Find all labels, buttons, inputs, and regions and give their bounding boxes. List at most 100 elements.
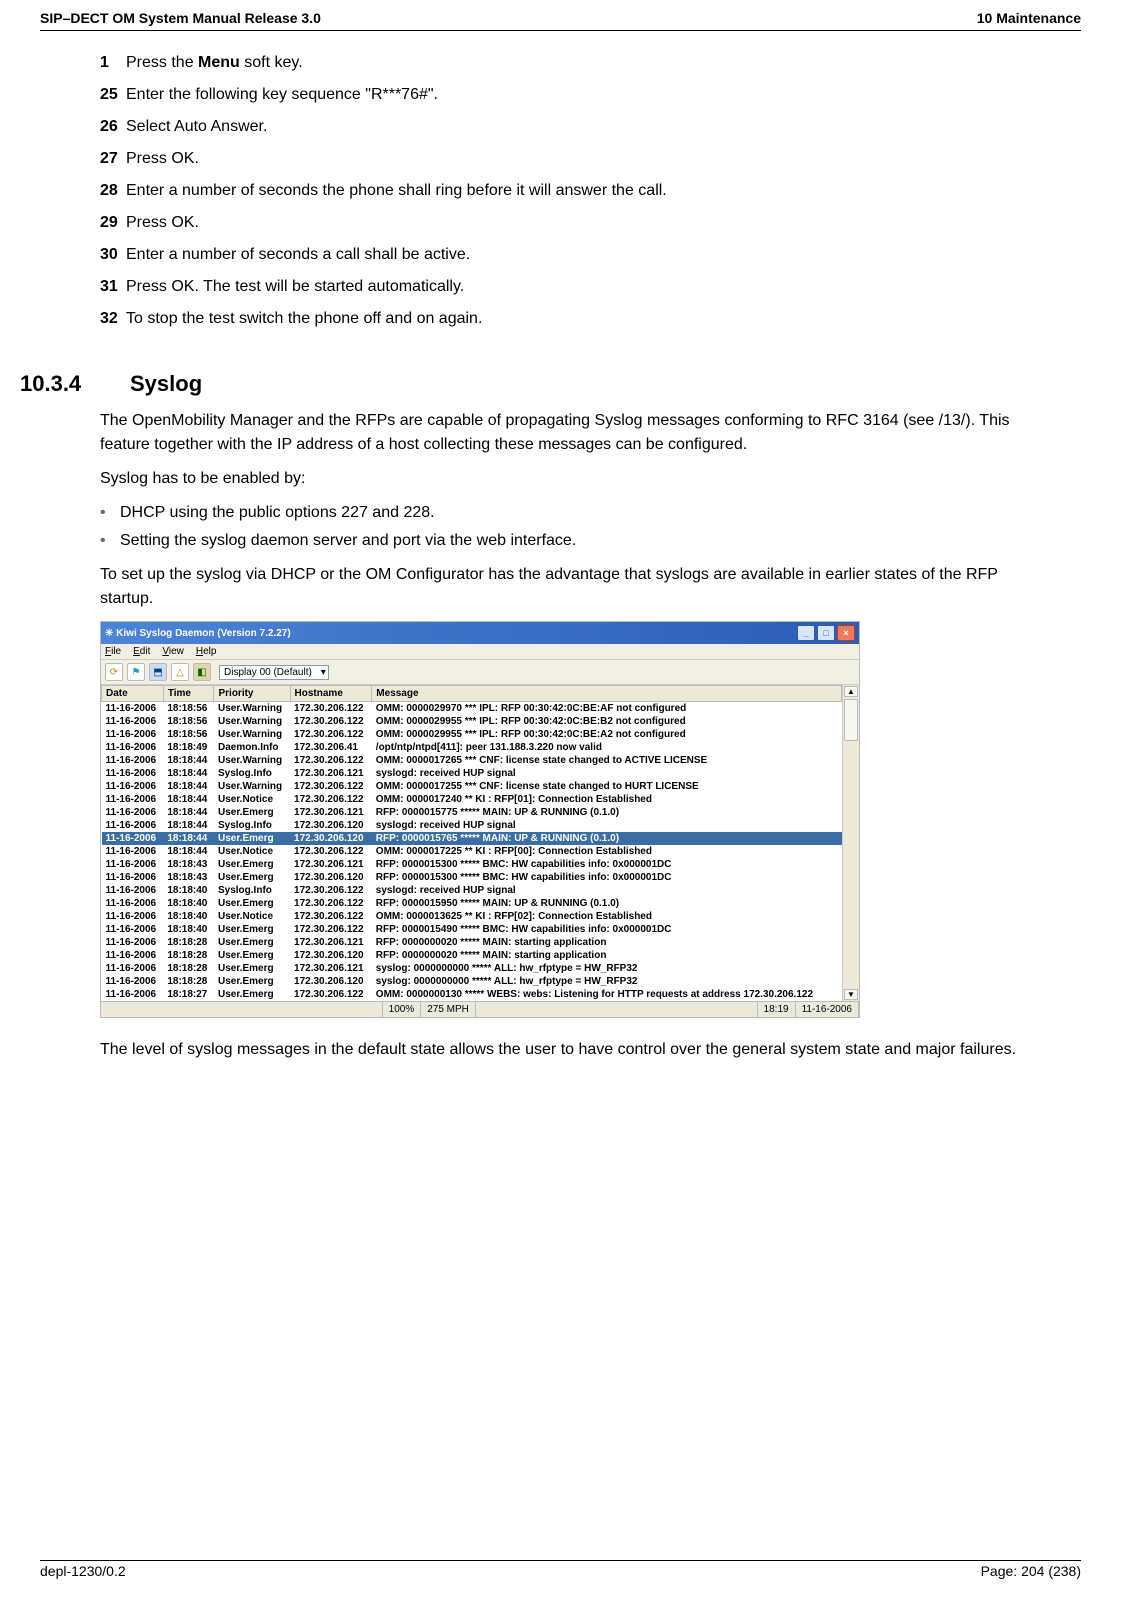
table-row[interactable]: 11-16-200618:18:44Syslog.Info172.30.206.… bbox=[102, 767, 842, 780]
menu-edit[interactable]: Edit bbox=[133, 646, 150, 657]
section-number: 10.3.4 bbox=[20, 371, 100, 397]
cell: 11-16-2006 bbox=[102, 897, 164, 910]
table-row[interactable]: 11-16-200618:18:56User.Warning172.30.206… bbox=[102, 715, 842, 728]
step-text: To stop the test switch the phone off an… bbox=[126, 307, 1041, 331]
cell: 172.30.206.122 bbox=[290, 988, 372, 1001]
col-hostname[interactable]: Hostname bbox=[290, 686, 372, 702]
cell: 18:18:28 bbox=[163, 975, 214, 988]
cell: User.Emerg bbox=[214, 936, 290, 949]
step-text: Enter a number of seconds the phone shal… bbox=[126, 179, 1041, 203]
close-button[interactable]: × bbox=[837, 625, 855, 641]
table-row[interactable]: 11-16-200618:18:40User.Emerg172.30.206.1… bbox=[102, 897, 842, 910]
window-title: Kiwi Syslog Daemon (Version 7.2.27) bbox=[116, 628, 291, 639]
tool-icon-1[interactable]: ⟳ bbox=[105, 663, 123, 681]
table-row[interactable]: 11-16-200618:18:44User.Emerg172.30.206.1… bbox=[102, 832, 842, 845]
step-text: Press OK. bbox=[126, 211, 1041, 235]
table-row[interactable]: 11-16-200618:18:56User.Warning172.30.206… bbox=[102, 702, 842, 716]
cell: 11-16-2006 bbox=[102, 793, 164, 806]
table-row[interactable]: 11-16-200618:18:40Syslog.Info172.30.206.… bbox=[102, 884, 842, 897]
col-priority[interactable]: Priority bbox=[214, 686, 290, 702]
menu-file[interactable]: File bbox=[105, 646, 121, 657]
col-time[interactable]: Time bbox=[163, 686, 214, 702]
syslog-table: DateTimePriorityHostnameMessage 11-16-20… bbox=[101, 685, 842, 1001]
table-row[interactable]: 11-16-200618:18:43User.Emerg172.30.206.1… bbox=[102, 871, 842, 884]
cell: 18:18:44 bbox=[163, 832, 214, 845]
tool-icon-5[interactable]: ◧ bbox=[193, 663, 211, 681]
cell: 18:18:27 bbox=[163, 988, 214, 1001]
cell: 11-16-2006 bbox=[102, 884, 164, 897]
cell: 172.30.206.41 bbox=[290, 741, 372, 754]
cell: 172.30.206.122 bbox=[290, 715, 372, 728]
minimize-button[interactable]: _ bbox=[797, 625, 815, 641]
table-row[interactable]: 11-16-200618:18:43User.Emerg172.30.206.1… bbox=[102, 858, 842, 871]
table-row[interactable]: 11-16-200618:18:44Syslog.Info172.30.206.… bbox=[102, 819, 842, 832]
cell: 18:18:49 bbox=[163, 741, 214, 754]
table-row[interactable]: 11-16-200618:18:44User.Warning172.30.206… bbox=[102, 780, 842, 793]
content: 1Press the Menu soft key.25Enter the fol… bbox=[100, 51, 1041, 1062]
cell: 11-16-2006 bbox=[102, 806, 164, 819]
menu-view[interactable]: View bbox=[162, 646, 184, 657]
status-mph: 275 MPH bbox=[421, 1002, 476, 1017]
tool-icon-2[interactable]: ⚑ bbox=[127, 663, 145, 681]
cell: syslog: 0000000000 ***** ALL: hw_rfptype… bbox=[372, 962, 842, 975]
scroll-thumb[interactable] bbox=[844, 699, 858, 741]
cell: 11-16-2006 bbox=[102, 949, 164, 962]
cell: 18:18:28 bbox=[163, 949, 214, 962]
table-row[interactable]: 11-16-200618:18:40User.Notice172.30.206.… bbox=[102, 910, 842, 923]
cell: RFP: 0000015950 ***** MAIN: UP & RUNNING… bbox=[372, 897, 842, 910]
step-number: 29 bbox=[100, 211, 126, 235]
maximize-button[interactable]: □ bbox=[817, 625, 835, 641]
col-date[interactable]: Date bbox=[102, 686, 164, 702]
cell: User.Warning bbox=[214, 754, 290, 767]
step-number: 31 bbox=[100, 275, 126, 299]
vertical-scrollbar[interactable]: ▲ ▼ bbox=[842, 685, 859, 1001]
table-row[interactable]: 11-16-200618:18:28User.Emerg172.30.206.1… bbox=[102, 936, 842, 949]
cell: 172.30.206.120 bbox=[290, 975, 372, 988]
titlebar[interactable]: ✳ Kiwi Syslog Daemon (Version 7.2.27) _ … bbox=[101, 622, 859, 644]
table-row[interactable]: 11-16-200618:18:27User.Emerg172.30.206.1… bbox=[102, 988, 842, 1001]
table-row[interactable]: 11-16-200618:18:44User.Notice172.30.206.… bbox=[102, 845, 842, 858]
tool-icon-4[interactable]: △ bbox=[171, 663, 189, 681]
col-message[interactable]: Message bbox=[372, 686, 842, 702]
table-row[interactable]: 11-16-200618:18:28User.Emerg172.30.206.1… bbox=[102, 962, 842, 975]
table-row[interactable]: 11-16-200618:18:44User.Warning172.30.206… bbox=[102, 754, 842, 767]
cell: RFP: 0000015775 ***** MAIN: UP & RUNNING… bbox=[372, 806, 842, 819]
menu-help[interactable]: Help bbox=[196, 646, 217, 657]
scroll-down-icon[interactable]: ▼ bbox=[844, 989, 858, 1000]
table-row[interactable]: 11-16-200618:18:28User.Emerg172.30.206.1… bbox=[102, 949, 842, 962]
cell: RFP: 0000015300 ***** BMC: HW capabiliti… bbox=[372, 858, 842, 871]
step-number: 32 bbox=[100, 307, 126, 331]
table-row[interactable]: 11-16-200618:18:28User.Emerg172.30.206.1… bbox=[102, 975, 842, 988]
status-zoom: 100% bbox=[383, 1002, 422, 1017]
cell: 172.30.206.120 bbox=[290, 871, 372, 884]
cell: 18:18:40 bbox=[163, 884, 214, 897]
cell: 11-16-2006 bbox=[102, 923, 164, 936]
cell: 172.30.206.121 bbox=[290, 767, 372, 780]
cell: OMM: 0000029955 *** IPL: RFP 00:30:42:0C… bbox=[372, 715, 842, 728]
cell: 18:18:40 bbox=[163, 897, 214, 910]
display-dropdown[interactable]: Display 00 (Default) bbox=[219, 665, 329, 680]
cell: User.Warning bbox=[214, 780, 290, 793]
cell: Syslog.Info bbox=[214, 884, 290, 897]
cell: 11-16-2006 bbox=[102, 910, 164, 923]
step-number: 30 bbox=[100, 243, 126, 267]
cell: 11-16-2006 bbox=[102, 988, 164, 1001]
cell: /opt/ntp/ntpd[411]: peer 131.188.3.220 n… bbox=[372, 741, 842, 754]
cell: 172.30.206.120 bbox=[290, 832, 372, 845]
cell: 18:18:56 bbox=[163, 728, 214, 741]
table-row[interactable]: 11-16-200618:18:40User.Emerg172.30.206.1… bbox=[102, 923, 842, 936]
table-row[interactable]: 11-16-200618:18:56User.Warning172.30.206… bbox=[102, 728, 842, 741]
cell: User.Emerg bbox=[214, 949, 290, 962]
cell: 172.30.206.122 bbox=[290, 780, 372, 793]
cell: 172.30.206.122 bbox=[290, 923, 372, 936]
scroll-up-icon[interactable]: ▲ bbox=[844, 686, 858, 697]
cell: User.Warning bbox=[214, 728, 290, 741]
table-row[interactable]: 11-16-200618:18:44User.Emerg172.30.206.1… bbox=[102, 806, 842, 819]
cell: Syslog.Info bbox=[214, 819, 290, 832]
cell: 172.30.206.121 bbox=[290, 806, 372, 819]
table-row[interactable]: 11-16-200618:18:44User.Notice172.30.206.… bbox=[102, 793, 842, 806]
tool-icon-3[interactable]: ⬒ bbox=[149, 663, 167, 681]
cell: 18:18:56 bbox=[163, 702, 214, 716]
cell: RFP: 0000000020 ***** MAIN: starting app… bbox=[372, 949, 842, 962]
table-row[interactable]: 11-16-200618:18:49Daemon.Info172.30.206.… bbox=[102, 741, 842, 754]
